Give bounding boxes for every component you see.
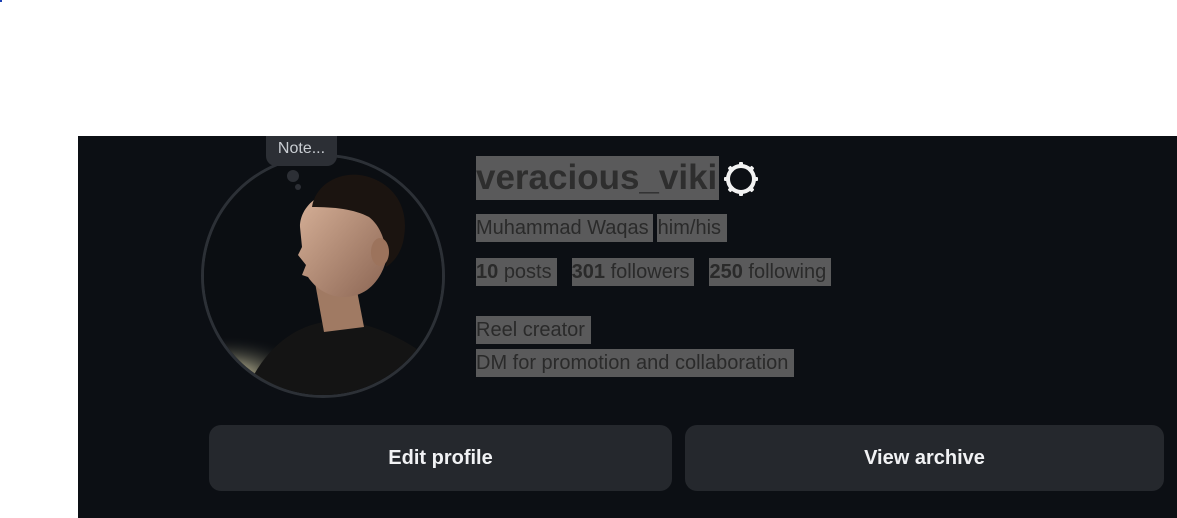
edit-profile-button[interactable]: Edit profile <box>209 425 672 491</box>
following-label: following <box>748 261 827 283</box>
profile-username: veracious_viki <box>476 156 720 200</box>
stat-posts[interactable]: 10 posts <box>476 258 557 286</box>
followers-count: 301 <box>571 261 605 283</box>
avatar[interactable] <box>201 154 445 398</box>
following-count: 250 <box>709 261 743 283</box>
profile-bio: Reel creator DM for promotion and collab… <box>476 316 795 382</box>
note-bubble-tail <box>287 170 299 182</box>
profile-pronouns: him/his <box>656 214 728 242</box>
name-row: Muhammad Waqas him/his <box>476 214 728 242</box>
posts-count: 10 <box>476 261 499 283</box>
view-archive-button[interactable]: View archive <box>685 425 1164 491</box>
profile-stats: 10 posts 301 followers 250 following <box>476 258 846 286</box>
bio-line-2: DM for promotion and collaboration <box>476 349 795 377</box>
avatar-photo <box>204 157 442 395</box>
bio-line-1: Reel creator <box>476 316 591 344</box>
profile-header: Note... veracious_viki Muhammad Waqas hi… <box>78 136 1177 518</box>
note-placeholder: Note... <box>277 140 326 157</box>
followers-label: followers <box>610 261 690 283</box>
posts-label: posts <box>503 261 552 283</box>
stat-followers[interactable]: 301 followers <box>571 258 695 286</box>
stat-following[interactable]: 250 following <box>709 258 832 286</box>
corner-marker <box>0 0 2 2</box>
gear-icon[interactable] <box>723 161 759 197</box>
note-bubble[interactable]: Note... <box>266 136 337 166</box>
profile-full-name: Muhammad Waqas <box>476 214 653 242</box>
note-bubble-tail-small <box>295 184 301 190</box>
